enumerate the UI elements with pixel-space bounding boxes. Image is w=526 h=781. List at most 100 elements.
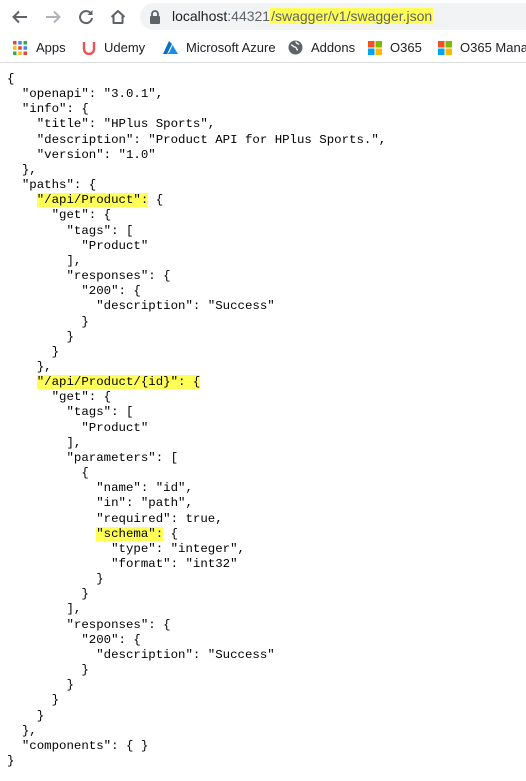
arrow-left-icon xyxy=(12,10,27,24)
json-line: ], xyxy=(7,435,82,450)
json-line-text: } xyxy=(96,572,104,587)
json-line-text: "get": { xyxy=(51,390,112,405)
json-line: }, xyxy=(7,163,37,177)
json-line: "get": { xyxy=(7,208,112,222)
globe-icon xyxy=(288,40,303,55)
json-line-text: { xyxy=(81,466,89,481)
json-line-text: ], xyxy=(66,602,82,617)
bookmark-o365-manage[interactable]: O365 Manag xyxy=(438,33,526,62)
json-line: { xyxy=(7,72,14,86)
json-line-text: "version": "1.0" xyxy=(36,147,156,162)
forward-button[interactable] xyxy=(42,6,64,28)
json-line: } xyxy=(7,678,74,692)
arrow-right-icon xyxy=(46,10,61,24)
json-line: } xyxy=(7,587,89,602)
json-line: { xyxy=(7,466,89,481)
url-path: /swagger/v1/swagger.json xyxy=(270,8,434,24)
json-line: } xyxy=(7,663,88,677)
json-line-text: ], xyxy=(66,253,82,268)
json-line: } xyxy=(7,345,59,359)
json-line: "responses": { xyxy=(7,618,171,632)
back-button[interactable] xyxy=(9,6,31,28)
json-line: "description": "Success" xyxy=(7,648,274,662)
json-line: ], xyxy=(7,253,82,268)
url-text[interactable]: localhost:44321/swagger/v1/swagger.json xyxy=(172,6,434,26)
json-line: } xyxy=(7,693,59,707)
json-line: "tags": [ xyxy=(7,405,134,420)
bookmark-label: Addons xyxy=(311,40,356,55)
highlighted-key: "schema": xyxy=(96,526,164,541)
json-line-text: "in": "path", xyxy=(96,496,193,511)
json-line-text: "schema": { xyxy=(96,526,179,541)
json-line: }, xyxy=(7,360,52,374)
json-line-text: "/api/Product/{id}": { xyxy=(36,375,201,390)
json-line: "title": "HPlus Sports", xyxy=(7,117,215,131)
json-line-text: "/api/Product": { xyxy=(36,193,164,208)
bookmark-label: O365 Manag xyxy=(460,40,526,55)
json-line: "get": { xyxy=(7,390,112,405)
json-line: "components": { } xyxy=(7,739,148,753)
json-line-text: { xyxy=(7,72,15,86)
json-line: } xyxy=(7,314,89,329)
udemy-icon xyxy=(82,41,96,55)
json-line-text: "type": "integer", xyxy=(111,541,245,556)
json-line-text: "format": "int32" xyxy=(111,557,238,571)
home-button[interactable] xyxy=(107,6,129,28)
json-line: "description": "Success" xyxy=(7,299,274,313)
json-line-text: } xyxy=(81,587,89,602)
home-icon xyxy=(110,10,126,24)
bookmark-udemy[interactable]: Udemy xyxy=(82,33,145,62)
reload-icon xyxy=(79,10,93,25)
json-line: "schema": { xyxy=(7,526,179,541)
json-line: "name": "id", xyxy=(7,481,193,495)
json-line-text: }, xyxy=(21,162,37,177)
bookmark-label: Apps xyxy=(36,40,66,55)
json-line-text: "title": "HPlus Sports", xyxy=(36,117,216,132)
json-line: } xyxy=(7,754,14,768)
json-line: } xyxy=(7,709,44,723)
json-line: "paths": { xyxy=(7,178,96,192)
json-line-text: "responses": { xyxy=(66,617,171,632)
bookmark-addons[interactable]: Addons xyxy=(288,33,355,62)
highlighted-key: "/api/Product": xyxy=(36,193,149,208)
json-line: "description": "Product API for HPlus Sp… xyxy=(7,133,386,147)
json-line-text: } xyxy=(66,329,74,344)
json-line-text: }, xyxy=(36,359,52,374)
url-host: localhost xyxy=(172,8,228,24)
json-line: "required": true, xyxy=(7,512,222,526)
azure-icon xyxy=(163,40,178,54)
json-line-text: "tags": [ xyxy=(66,223,134,238)
json-line-text: "paths": { xyxy=(21,178,97,193)
bookmark-azure[interactable]: Microsoft Azure xyxy=(163,33,276,62)
bookmark-apps[interactable]: Apps xyxy=(12,33,66,62)
bookmark-o365[interactable]: O365 xyxy=(368,33,422,62)
bookmark-label: O365 xyxy=(390,40,422,55)
json-line: ], xyxy=(7,602,82,617)
json-line: "format": "int32" xyxy=(7,557,238,571)
json-line-text: }, xyxy=(21,723,37,738)
json-line-text: "Product" xyxy=(81,238,149,253)
json-line: } xyxy=(7,330,74,344)
json-line-text: "tags": [ xyxy=(66,405,134,420)
office-icon xyxy=(368,40,382,55)
bookmark-label: Udemy xyxy=(104,40,146,55)
json-line: }, xyxy=(7,724,37,738)
apps-grid-icon xyxy=(13,40,27,55)
json-line-text: "name": "id", xyxy=(96,481,193,496)
json-line: "version": "1.0" xyxy=(7,148,156,162)
browser-toolbar: localhost:44321/swagger/v1/swagger.json xyxy=(0,0,526,33)
json-line-text: } xyxy=(66,678,74,693)
json-line-text: } xyxy=(81,314,89,329)
office-icon xyxy=(438,40,452,55)
json-line-text: ], xyxy=(66,435,82,450)
json-line: } xyxy=(7,572,104,587)
reload-button[interactable] xyxy=(75,6,97,28)
json-line-text: "info": { xyxy=(21,102,89,117)
json-line-text: "parameters": [ xyxy=(66,450,179,465)
json-line: "info": { xyxy=(7,102,89,116)
json-line: "Product" xyxy=(7,239,148,253)
json-document: { "openapi": "3.0.1", "info": { "title":… xyxy=(7,72,386,769)
lock-icon[interactable] xyxy=(148,9,162,25)
json-line-text: "responses": { xyxy=(66,269,171,284)
json-line: "in": "path", xyxy=(7,496,193,510)
